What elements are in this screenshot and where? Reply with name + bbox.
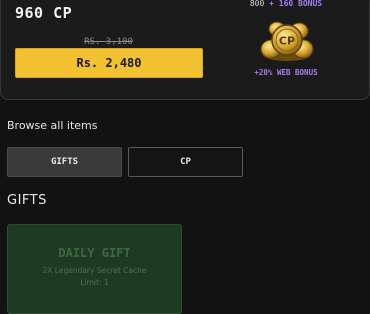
original-price: RS. 3,100 xyxy=(84,37,133,47)
gift-description: 2X Legendary Secret Cache xyxy=(42,266,147,275)
gifts-heading: GIFTS xyxy=(7,193,47,208)
bonus-separator: + xyxy=(264,0,279,8)
bonus-summary: 800 + 160 BONUS xyxy=(211,0,361,8)
coin-label: CP xyxy=(279,35,295,48)
cp-offer-card: 960 CP RS. 3,100 Rs. 2,480 800 + 160 BON… xyxy=(0,0,370,100)
web-bonus-label: +20% WEB BONUS xyxy=(254,68,318,77)
gift-name: DAILY GIFT xyxy=(58,246,131,260)
browse-title: Browse all items xyxy=(7,119,98,132)
tab-gifts[interactable]: GIFTS xyxy=(7,147,122,177)
tab-cp[interactable]: CP xyxy=(128,147,243,177)
cp-coin-stack-icon: CP xyxy=(260,21,314,61)
buy-button[interactable]: Rs. 2,480 xyxy=(15,48,203,78)
bonus-base: 800 xyxy=(249,0,265,8)
offer-title: 960 CP xyxy=(15,4,73,22)
bonus-extra: 160 BONUS xyxy=(278,0,323,8)
daily-gift-card[interactable]: DAILY GIFT 2X Legendary Secret Cache Lim… xyxy=(7,224,182,314)
gift-limit: Limit: 1 xyxy=(80,278,109,287)
